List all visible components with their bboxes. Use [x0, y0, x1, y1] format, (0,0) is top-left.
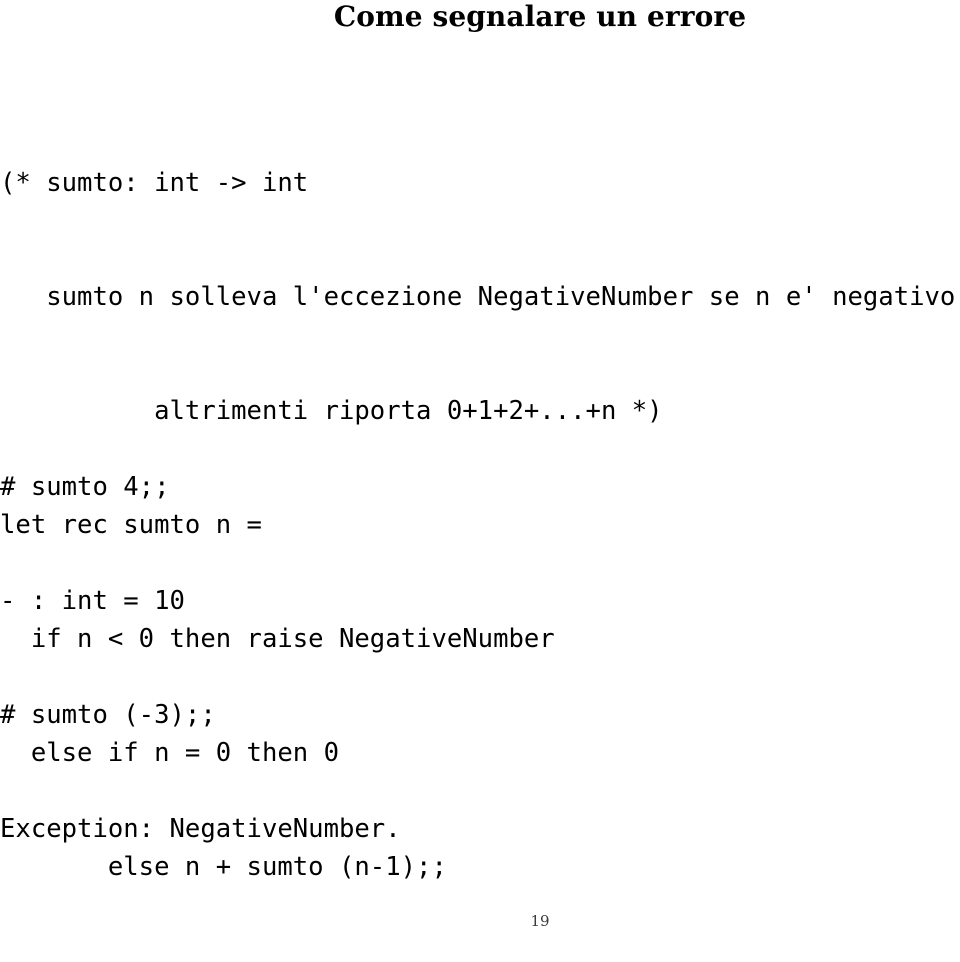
session-line: # sumto (-3);;	[0, 700, 216, 730]
page-title: Come segnalare un errore	[333, 0, 747, 33]
code-line: sumto n solleva l'eccezione NegativeNumb…	[0, 282, 960, 312]
session-line: # sumto 4;;	[0, 472, 170, 502]
session-line: Exception: NegativeNumber.	[0, 814, 401, 844]
page-number: 19	[530, 912, 550, 930]
slide: Come segnalare un errore (* sumto: int -…	[0, 0, 960, 940]
code-line: (* sumto: int -> int	[0, 168, 309, 198]
session-line: - : int = 10	[0, 586, 185, 616]
ocaml-toplevel-session: # sumto 4;; - : int = 10 # sumto (-3);; …	[0, 392, 960, 924]
